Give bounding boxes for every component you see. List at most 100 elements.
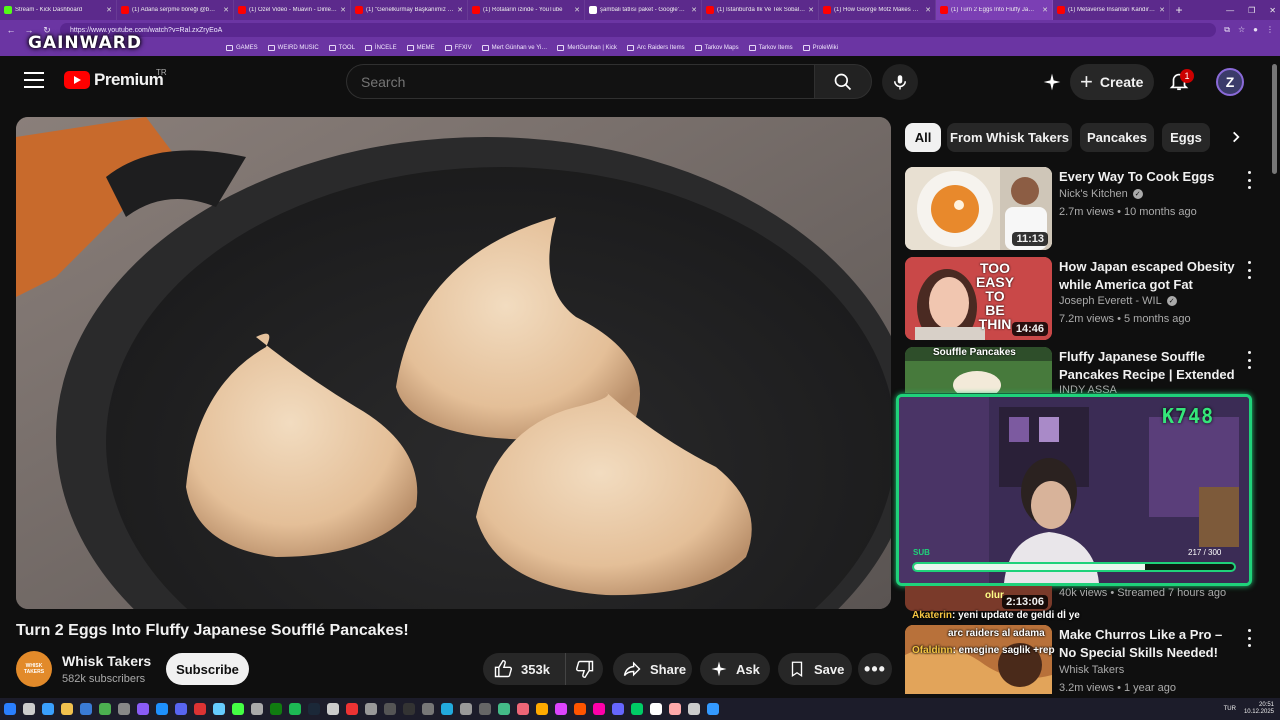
share-button[interactable]: Share [613, 653, 692, 685]
tab-close-icon[interactable]: ✕ [1042, 6, 1048, 14]
language-indicator[interactable]: TUR [1224, 706, 1236, 712]
taskbar-app-icon[interactable] [80, 703, 92, 715]
rec-thumbnail[interactable]: 11:13 [905, 167, 1052, 250]
taskbar-app-icon[interactable] [555, 703, 567, 715]
bookmark-item[interactable]: TOOL [328, 45, 355, 51]
video-player[interactable] [16, 117, 891, 609]
bookmark-item[interactable]: GAMES [226, 45, 258, 51]
rec-more-icon[interactable] [1242, 261, 1256, 279]
chip-from-channel[interactable]: From Whisk Takers [947, 123, 1072, 152]
subscribe-button[interactable]: Subscribe [166, 653, 249, 685]
taskbar-app-icon[interactable] [403, 703, 415, 715]
taskbar-app-icon[interactable] [365, 703, 377, 715]
taskbar-app-icon[interactable] [707, 703, 719, 715]
voice-search-button[interactable] [882, 64, 918, 100]
new-tab-icon[interactable]: + [1170, 3, 1188, 17]
rec-channel[interactable]: Nick's Kitchen ✓ [1059, 188, 1143, 200]
scrollbar-thumb[interactable] [1272, 64, 1277, 174]
rec-title[interactable]: How Japan escaped Obesity while America … [1059, 258, 1235, 294]
clock[interactable]: 20:51 10.12.2025 [1244, 702, 1274, 716]
bookmark-item[interactable]: ProleWiki [802, 45, 838, 51]
browser-tab[interactable]: (1) Rotaların izinde - YouTube ✕ [468, 0, 585, 20]
extension-icon[interactable]: ⧉ [1224, 25, 1230, 35]
maximize-icon[interactable]: ❐ [1248, 6, 1255, 15]
youtube-premium-logo[interactable]: Premium TR [64, 68, 167, 90]
like-button[interactable]: 353k [483, 653, 565, 685]
browser-tab[interactable]: (1) Özel Video - Muavin - Dinlen… ✕ [234, 0, 351, 20]
bookmark-item[interactable]: Tarkov Items [748, 45, 793, 51]
tab-close-icon[interactable]: ✕ [925, 6, 931, 14]
taskbar-app-icon[interactable] [441, 703, 453, 715]
tab-close-icon[interactable]: ✕ [223, 6, 229, 14]
taskbar-app-icon[interactable] [327, 703, 339, 715]
tab-close-icon[interactable]: ✕ [340, 6, 346, 14]
taskbar-app-icon[interactable] [650, 703, 662, 715]
taskbar-app-icon[interactable] [688, 703, 700, 715]
taskbar-app-icon[interactable] [4, 703, 16, 715]
taskbar-app-icon[interactable] [61, 703, 73, 715]
bookmark-item[interactable]: Arc Raiders Items [626, 45, 685, 51]
rec-more-icon[interactable] [1242, 171, 1256, 189]
profile-icon[interactable]: ● [1253, 25, 1258, 35]
bookmark-item[interactable]: MertGunhan | Kick [557, 45, 617, 51]
bookmark-item[interactable]: İNCELE [364, 45, 397, 51]
taskbar-app-icon[interactable] [593, 703, 605, 715]
close-window-icon[interactable]: ✕ [1269, 6, 1276, 15]
more-actions-button[interactable]: ••• [858, 653, 892, 685]
account-avatar[interactable]: Z [1216, 68, 1244, 96]
ai-sparkle-button[interactable] [1040, 70, 1064, 94]
rec-channel[interactable]: INDY ASSA [1059, 385, 1117, 394]
hamburger-menu-icon[interactable] [24, 72, 44, 90]
rec-more-icon[interactable] [1242, 351, 1256, 369]
taskbar-app-icon[interactable] [175, 703, 187, 715]
taskbar-app-icon[interactable] [308, 703, 320, 715]
taskbar-app-icon[interactable] [289, 703, 301, 715]
browser-tab[interactable]: (1) Adana serpme böreği @b… ✕ [117, 0, 234, 20]
taskbar-app-icon[interactable] [574, 703, 586, 715]
bookmark-item[interactable]: FFXIV [444, 45, 472, 51]
bookmark-item[interactable]: MEME [406, 45, 435, 51]
tab-close-icon[interactable]: ✕ [691, 6, 697, 14]
url-field[interactable]: https://www.youtube.com/watch?v=Ral.zxZr… [60, 23, 1217, 37]
rec-title[interactable]: Make Churros Like a Pro – No Special Ski… [1059, 626, 1235, 662]
browser-tab[interactable]: (1) Turn 2 Eggs Into Fluffy Ja… ✕ [936, 0, 1053, 20]
rec-more-icon[interactable] [1242, 629, 1256, 647]
browser-tab[interactable]: (1) "Genelkurmay Başkanımız sı… ✕ [351, 0, 468, 20]
taskbar-app-icon[interactable] [479, 703, 491, 715]
taskbar-app-icon[interactable] [346, 703, 358, 715]
bookmark-item[interactable]: WEIRD MUSIC [267, 45, 319, 51]
back-icon[interactable]: ← [6, 25, 16, 35]
taskbar-app-icon[interactable] [232, 703, 244, 715]
browser-tab[interactable]: Stream - Kick Dashboard ✕ [0, 0, 117, 20]
taskbar-app-icon[interactable] [460, 703, 472, 715]
bookmark-item[interactable]: Mert Günhan ve Yi… [481, 45, 547, 51]
taskbar-app-icon[interactable] [517, 703, 529, 715]
taskbar-app-icon[interactable] [137, 703, 149, 715]
taskbar-app-icon[interactable] [498, 703, 510, 715]
tab-close-icon[interactable]: ✕ [1159, 6, 1165, 14]
taskbar-app-icon[interactable] [23, 703, 35, 715]
search-button[interactable] [814, 64, 872, 99]
browser-tab[interactable]: (1) İstanbul'da İlk Ve Tek Sobalı … ✕ [702, 0, 819, 20]
taskbar-app-icon[interactable] [194, 703, 206, 715]
tab-close-icon[interactable]: ✕ [106, 6, 112, 14]
taskbar-app-icon[interactable] [99, 703, 111, 715]
taskbar-app-icon[interactable] [422, 703, 434, 715]
chip-eggs[interactable]: Eggs [1162, 123, 1210, 152]
browser-tab[interactable]: şambali tatlısı paket - Google'da… ✕ [585, 0, 702, 20]
taskbar-app-icon[interactable] [118, 703, 130, 715]
minimize-icon[interactable]: — [1226, 6, 1234, 15]
create-button[interactable]: + Create [1070, 64, 1154, 100]
tab-close-icon[interactable]: ✕ [574, 6, 580, 14]
rec-thumbnail[interactable]: Souffle Pancakes [905, 347, 1052, 393]
rec-thumbnail[interactable]: TOO EASY TO BE THIN 14:46 [905, 257, 1052, 340]
rec-channel[interactable]: Whisk Takers [1059, 664, 1124, 676]
save-button[interactable]: Save [778, 653, 852, 685]
browser-tab[interactable]: (1) Metaverse İnsanları Kandırdı… ✕ [1053, 0, 1170, 20]
chevron-right-icon[interactable] [1224, 125, 1248, 149]
taskbar-app-icon[interactable] [631, 703, 643, 715]
taskbar-app-icon[interactable] [156, 703, 168, 715]
search-input[interactable] [346, 64, 814, 99]
taskbar-app-icon[interactable] [213, 703, 225, 715]
taskbar-app-icon[interactable] [669, 703, 681, 715]
